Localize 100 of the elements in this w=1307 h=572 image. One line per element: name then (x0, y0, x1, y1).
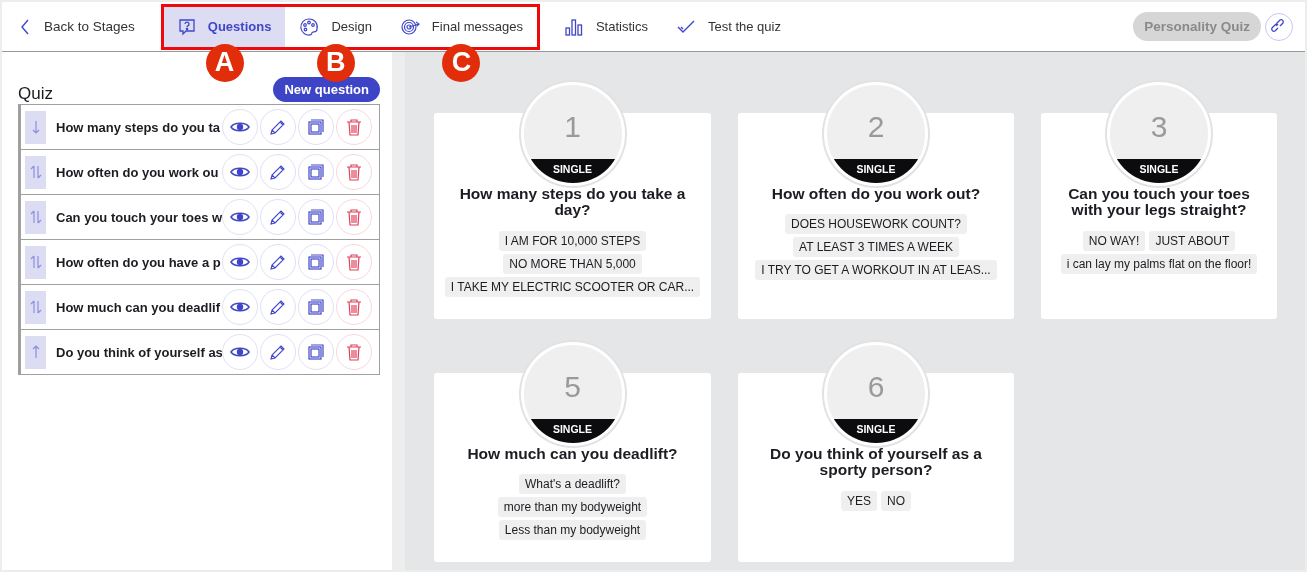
pencil-icon (269, 298, 287, 316)
delete-button[interactable] (336, 199, 372, 235)
answer-tag: Less than my bodyweight (498, 520, 647, 541)
question-row[interactable]: How much can you deadlif (21, 285, 379, 330)
answer-tag: What's a deadlift? (519, 474, 626, 495)
duplicate-button[interactable] (298, 334, 334, 370)
card-question: How many steps do you take a day? (458, 186, 687, 219)
answer-tag: I TRY TO GET A WORKOUT IN AT LEAS... (755, 260, 997, 281)
eye-icon (230, 345, 250, 359)
duplicate-button[interactable] (298, 154, 334, 190)
question-title: How often do you have a p (56, 254, 222, 270)
delete-button[interactable] (336, 244, 372, 280)
answer-tag: more than my bodyweight (497, 497, 648, 518)
card-question: How much can you deadlift? (467, 446, 678, 463)
duplicate-button[interactable] (298, 199, 334, 235)
tab[interactable]: Questions (163, 6, 286, 47)
copy-icon (307, 208, 325, 226)
delete-button[interactable] (336, 289, 372, 325)
delete-button[interactable] (336, 154, 372, 190)
copy-icon (307, 163, 325, 181)
pencil-icon (269, 163, 287, 181)
drag-handle[interactable] (25, 155, 46, 189)
question-row[interactable]: How often do you have a p (21, 240, 379, 285)
duplicate-button[interactable] (298, 109, 334, 145)
copy-icon (307, 343, 325, 361)
question-row[interactable]: Do you think of yourself as (21, 330, 379, 374)
edit-button[interactable] (260, 199, 296, 235)
bar-chart-icon (563, 16, 584, 37)
question-row[interactable]: How many steps do you ta (21, 105, 379, 150)
duplicate-button[interactable] (298, 244, 334, 280)
question-number: 3 (1150, 112, 1168, 142)
question-bubble-icon (177, 17, 196, 36)
trash-icon (346, 118, 362, 136)
new-question-button[interactable]: New question (273, 77, 380, 102)
drag-handle[interactable] (25, 335, 46, 369)
preview-button[interactable] (222, 244, 258, 280)
drag-handle[interactable] (25, 245, 46, 279)
preview-button[interactable] (222, 289, 258, 325)
card-question: Can you touch your toes with your legs straight? (1067, 186, 1251, 219)
up-down-arrows-icon (29, 210, 42, 224)
down-arrow-icon (30, 120, 41, 134)
edit-button[interactable] (260, 109, 296, 145)
pencil-icon (269, 253, 287, 271)
up-arrow-icon (30, 345, 41, 359)
preview-button[interactable] (222, 154, 258, 190)
trash-icon (346, 343, 362, 361)
copy-icon (307, 298, 325, 316)
sidebar-title: Quiz (18, 84, 53, 104)
question-number: 1 (564, 112, 581, 142)
answer-tag: JUST ABOUT (1149, 230, 1236, 251)
target-icon (399, 16, 420, 37)
callout-badge: A (205, 43, 244, 82)
delete-button[interactable] (336, 109, 372, 145)
link-button[interactable] (1265, 12, 1293, 41)
pencil-icon (269, 208, 287, 226)
preview-button[interactable] (222, 334, 258, 370)
question-row[interactable]: How often do you work ou (21, 150, 379, 195)
eye-icon (230, 120, 250, 134)
eye-icon (230, 165, 250, 179)
question-title: How much can you deadlif (56, 299, 221, 315)
tab[interactable]: Statistics (549, 6, 662, 47)
edit-button[interactable] (260, 244, 296, 280)
edit-button[interactable] (260, 289, 296, 325)
copy-icon (307, 253, 325, 271)
drag-handle[interactable] (25, 110, 46, 144)
pencil-icon (269, 118, 287, 136)
up-down-arrows-icon (29, 300, 42, 314)
question-title: Can you touch your toes w (56, 209, 222, 225)
trash-icon (346, 253, 362, 271)
chevron-left-icon (20, 18, 30, 35)
question-number: 2 (867, 112, 885, 142)
pencil-icon (269, 343, 287, 361)
trash-icon (346, 163, 362, 181)
question-number: 6 (867, 372, 885, 402)
duplicate-button[interactable] (298, 289, 334, 325)
delete-button[interactable] (336, 334, 372, 370)
palette-icon (299, 16, 320, 37)
drag-handle[interactable] (25, 200, 46, 234)
question-number: 5 (564, 372, 581, 402)
question-row[interactable]: Can you touch your toes w (21, 195, 379, 240)
card-question: How often do you work out? (771, 186, 981, 203)
eye-icon (230, 300, 250, 314)
drag-handle[interactable] (25, 290, 46, 324)
answer-tag: NO MORE THAN 5,000 (503, 253, 642, 274)
preview-button[interactable] (222, 109, 258, 145)
back-link[interactable]: Back to Stages (20, 18, 145, 35)
question-title: Do you think of yourself as (56, 344, 222, 360)
callout-badge: B (316, 43, 355, 82)
answer-tag: DOES HOUSEWORK COUNT? (785, 214, 967, 235)
answer-tag: AT LEAST 3 TIMES A WEEK (793, 237, 959, 258)
preview-button[interactable] (222, 199, 258, 235)
trash-icon (346, 208, 362, 226)
quiz-name-badge: Personality Quiz (1133, 12, 1261, 41)
eye-icon (230, 210, 250, 224)
up-down-arrows-icon (29, 255, 42, 269)
edit-button[interactable] (260, 154, 296, 190)
eye-icon (230, 255, 250, 269)
edit-button[interactable] (260, 334, 296, 370)
tab[interactable]: Test the quiz (661, 6, 795, 47)
question-title: How many steps do you ta (56, 119, 221, 135)
